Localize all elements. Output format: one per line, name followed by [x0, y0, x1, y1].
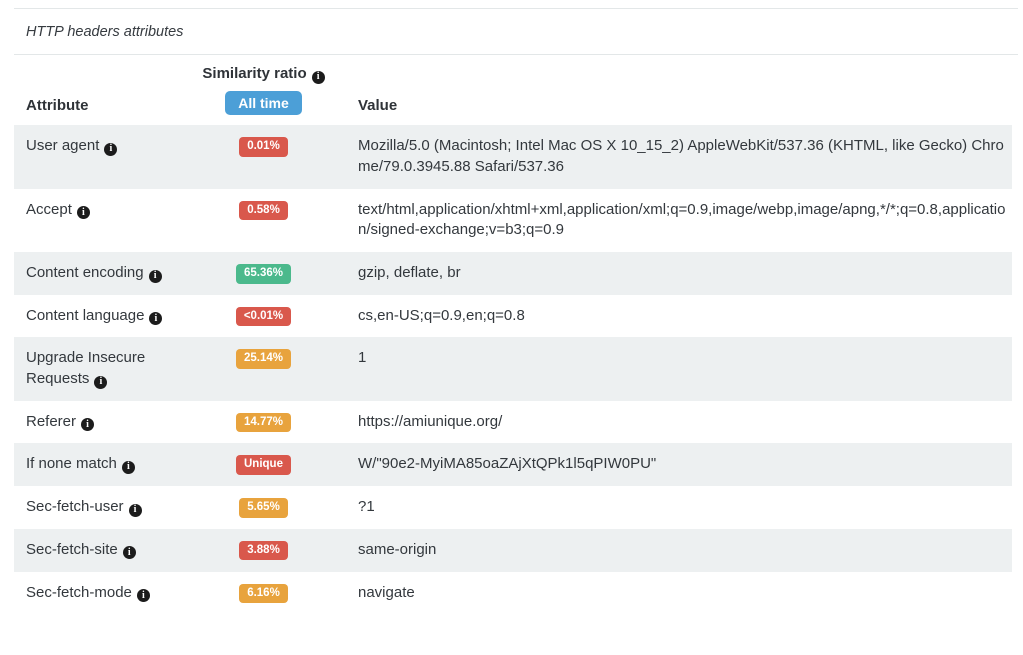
table-row: Sec-fetch-user 5.65% ?1 — [14, 486, 1012, 529]
attribute-value: Mozilla/5.0 (Macintosh; Intel Mac OS X 1… — [358, 136, 1012, 177]
value-column-header: Value — [358, 97, 397, 114]
attribute-label: Content encoding — [26, 264, 144, 281]
table-row: Upgrade Insecure Requests 25.14% 1 — [14, 337, 1012, 400]
table-body: User agent 0.01% Mozilla/5.0 (Macintosh;… — [0, 125, 1023, 614]
attribute-label: Accept — [26, 201, 72, 218]
similarity-badge: 5.65% — [239, 498, 288, 518]
info-icon[interactable] — [137, 589, 150, 602]
attribute-label: Sec-fetch-site — [26, 541, 118, 558]
http-headers-panel: HTTP headers attributes Attribute Simila… — [0, 8, 1023, 614]
similarity-column-header: Similarity ratio — [202, 65, 306, 82]
info-icon[interactable] — [81, 418, 94, 431]
similarity-badge: 3.88% — [239, 541, 288, 561]
table-row: Accept 0.58% text/html,application/xhtml… — [14, 189, 1012, 252]
similarity-badge: <0.01% — [236, 307, 291, 327]
table-row: User agent 0.01% Mozilla/5.0 (Macintosh;… — [14, 125, 1012, 188]
table-row: Sec-fetch-mode 6.16% navigate — [14, 572, 1012, 615]
info-icon[interactable] — [149, 270, 162, 283]
info-icon[interactable] — [123, 546, 136, 559]
info-icon[interactable] — [94, 376, 107, 389]
attribute-label: Upgrade Insecure Requests — [26, 349, 145, 387]
attribute-value: navigate — [358, 583, 1012, 604]
attribute-value: text/html,application/xhtml+xml,applicat… — [358, 200, 1012, 241]
similarity-badge: 65.36% — [236, 264, 291, 284]
table-row: Referer 14.77% https://amiunique.org/ — [14, 401, 1012, 444]
all-time-button[interactable]: All time — [225, 91, 302, 116]
attribute-value: gzip, deflate, br — [358, 263, 1012, 284]
info-icon[interactable] — [149, 312, 162, 325]
attribute-value: https://amiunique.org/ — [358, 412, 1012, 433]
similarity-badge: Unique — [236, 455, 291, 475]
info-icon[interactable] — [312, 71, 325, 84]
attribute-label: Content language — [26, 307, 144, 324]
similarity-badge: 25.14% — [236, 349, 291, 369]
similarity-badge: 14.77% — [236, 413, 291, 433]
info-icon[interactable] — [104, 143, 117, 156]
attribute-value: same-origin — [358, 540, 1012, 561]
similarity-badge: 0.01% — [239, 137, 288, 157]
attribute-column-header: Attribute — [26, 97, 89, 114]
attribute-label: Sec-fetch-mode — [26, 584, 132, 601]
attribute-label: If none match — [26, 455, 117, 472]
panel-title: HTTP headers attributes — [26, 24, 183, 40]
table-row: Content encoding 65.36% gzip, deflate, b… — [14, 252, 1012, 295]
attribute-value: cs,en-US;q=0.9,en;q=0.8 — [358, 306, 1012, 327]
attribute-label: Sec-fetch-user — [26, 498, 124, 515]
attribute-label: User agent — [26, 137, 99, 154]
info-icon[interactable] — [129, 504, 142, 517]
attribute-label: Referer — [26, 413, 76, 430]
info-icon[interactable] — [122, 461, 135, 474]
similarity-badge: 0.58% — [239, 201, 288, 221]
table-row: Content language <0.01% cs,en-US;q=0.9,e… — [14, 295, 1012, 338]
table-header: Attribute Similarity ratio All time Valu… — [14, 55, 1012, 125]
attribute-value: 1 — [358, 348, 1012, 369]
attribute-value: ?1 — [358, 497, 1012, 518]
attribute-value: W/"90e2-MyiMA85oaZAjXtQPk1l5qPIW0PU" — [358, 454, 1012, 475]
table-row: If none match Unique W/"90e2-MyiMA85oaZA… — [14, 443, 1012, 486]
table-row: Sec-fetch-site 3.88% same-origin — [14, 529, 1012, 572]
info-icon[interactable] — [77, 206, 90, 219]
panel-title-row: HTTP headers attributes — [0, 9, 1023, 54]
similarity-badge: 6.16% — [239, 584, 288, 604]
